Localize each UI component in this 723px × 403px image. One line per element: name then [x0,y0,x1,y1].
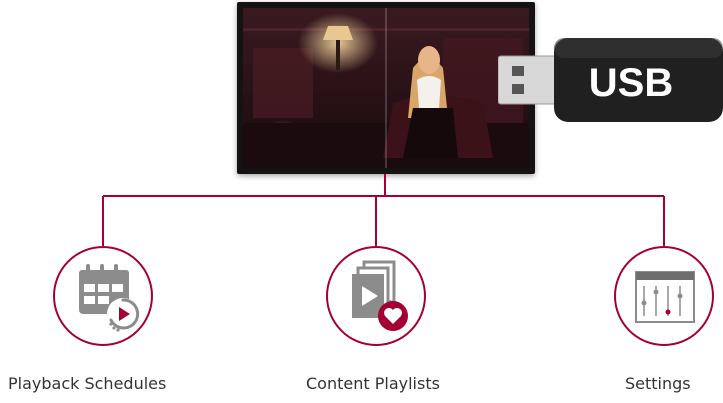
playback-schedules-label: Playback Schedules [8,374,167,393]
sliders-icon [635,271,695,323]
playback-schedules-icon-circle[interactable] [53,246,153,346]
content-playlists-label: Content Playlists [306,374,440,393]
tv-screen-image [243,8,529,168]
settings-icon-circle[interactable] [614,246,714,346]
diagram: USB Playback Schedules Content Playlists… [0,0,723,403]
calendar-play-icon [79,264,140,332]
usb-drive: USB [497,32,723,128]
playlist-heart-icon [352,260,408,331]
tv-display [237,2,535,174]
content-playlists-icon-circle[interactable] [326,246,426,346]
settings-label: Settings [625,374,691,393]
usb-label: USB [589,61,673,105]
